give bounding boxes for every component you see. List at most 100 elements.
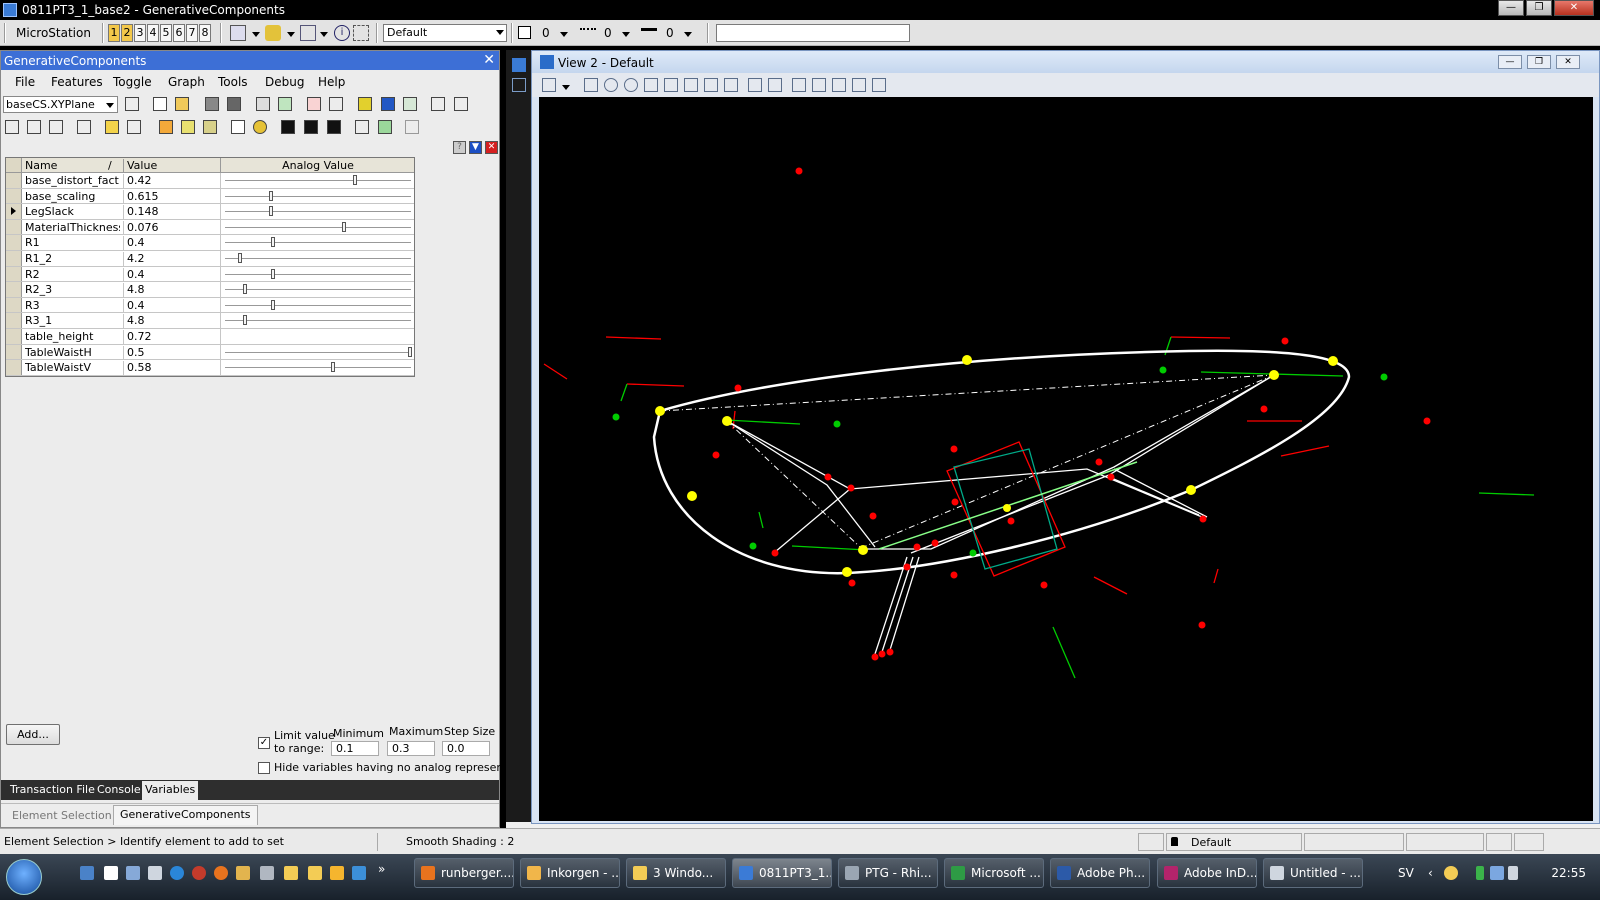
component-icon[interactable] <box>378 120 392 134</box>
battery-icon[interactable] <box>1476 866 1484 880</box>
dark-grid-icon[interactable] <box>281 120 295 134</box>
view-toggle-4[interactable]: 4 <box>147 24 159 42</box>
slider-thumb[interactable] <box>408 346 412 357</box>
clock[interactable]: 22:55 <box>1551 866 1586 880</box>
view-settings-icon[interactable] <box>872 78 886 92</box>
play-step-icon[interactable] <box>159 120 173 134</box>
new-file-icon[interactable] <box>153 97 167 111</box>
variable-row[interactable]: table_height 0.72 <box>6 328 414 345</box>
firefox-icon[interactable] <box>214 866 228 880</box>
taskbar-button[interactable]: runberger.... <box>414 858 514 888</box>
analog-slider[interactable] <box>220 344 415 360</box>
minimize-button[interactable]: — <box>1498 0 1524 16</box>
row-selector[interactable] <box>6 188 22 204</box>
menu-file[interactable]: File <box>15 75 35 89</box>
analog-slider[interactable] <box>220 297 415 313</box>
media-icon[interactable] <box>330 866 344 880</box>
open-folder-icon[interactable] <box>175 97 189 111</box>
view-group-icon[interactable] <box>512 78 526 92</box>
variable-value[interactable]: 4.2 <box>123 251 218 267</box>
view-toggle-5[interactable]: 5 <box>160 24 172 42</box>
variable-value[interactable]: 0.148 <box>123 205 218 220</box>
slider-thumb[interactable] <box>237 252 242 263</box>
taskbar-button[interactable]: Untitled - ... <box>1263 858 1363 888</box>
analog-slider[interactable] <box>220 219 415 235</box>
chevron-down-icon[interactable] <box>287 32 295 37</box>
row-selector[interactable] <box>6 282 22 297</box>
walk-icon[interactable] <box>724 78 738 92</box>
menu-tools[interactable]: Tools <box>218 75 248 89</box>
calc-icon[interactable] <box>148 866 162 880</box>
row-selector[interactable] <box>6 297 22 313</box>
save-as-icon[interactable] <box>227 97 241 111</box>
step-icon[interactable] <box>307 97 321 111</box>
clip-volume-icon[interactable] <box>792 78 806 92</box>
taskbar-button[interactable]: PTG - Rhi... <box>838 858 938 888</box>
slider-thumb[interactable] <box>342 221 347 232</box>
variable-value[interactable]: 0.72 <box>123 329 218 345</box>
zoom-in-icon[interactable] <box>604 78 618 92</box>
view-next-icon[interactable] <box>768 78 782 92</box>
play-all-icon[interactable] <box>105 120 119 134</box>
tab-console[interactable]: Console <box>94 783 144 796</box>
menu-help[interactable]: Help <box>318 75 345 89</box>
view-close-button[interactable]: ✕ <box>1556 55 1580 69</box>
analog-slider[interactable] <box>220 266 415 282</box>
folder-icon[interactable] <box>308 866 322 880</box>
chevron-down-icon[interactable] <box>252 32 260 37</box>
app-icon[interactable] <box>236 866 250 880</box>
start-button[interactable] <box>6 859 42 895</box>
slider-thumb[interactable] <box>268 206 273 217</box>
row-selector[interactable] <box>6 360 22 375</box>
taskbar-button[interactable]: Adobe Ph... <box>1050 858 1150 888</box>
analog-slider[interactable] <box>220 250 415 266</box>
tab-transaction-file[interactable]: Transaction File <box>7 783 98 796</box>
chevron-down-icon[interactable] <box>562 85 570 90</box>
ie-icon[interactable] <box>170 866 184 880</box>
tray-app-icon[interactable] <box>1444 866 1458 880</box>
folder-icon[interactable] <box>284 866 298 880</box>
maximize-button[interactable]: ❐ <box>1526 0 1552 16</box>
variable-value[interactable]: 0.076 <box>123 220 218 236</box>
weight-value[interactable]: 0 <box>666 26 674 40</box>
row-selector[interactable] <box>6 266 22 282</box>
line-style-icon[interactable] <box>580 28 596 40</box>
slider-thumb[interactable] <box>270 237 275 248</box>
display-style-icon[interactable] <box>832 78 846 92</box>
analog-slider[interactable] <box>220 173 415 188</box>
taskbar-button[interactable]: 0811PT3_1... <box>732 858 832 888</box>
plane-tool-icon[interactable] <box>381 97 395 111</box>
circle-tool-icon[interactable] <box>253 120 267 134</box>
variable-value[interactable]: 0.4 <box>123 298 218 314</box>
view-previous-icon[interactable] <box>748 78 762 92</box>
slider-thumb[interactable] <box>243 315 248 326</box>
key-in-field[interactable] <box>716 24 910 42</box>
column-header-value[interactable]: Value <box>123 159 218 173</box>
pattern-grid-icon[interactable] <box>327 120 341 134</box>
taskbar-button[interactable]: Inkorgen - ... <box>520 858 620 888</box>
analog-slider[interactable] <box>220 235 415 250</box>
app-icon[interactable] <box>260 866 274 880</box>
row-selector[interactable] <box>6 204 22 219</box>
limit-range-checkbox[interactable]: ✓ <box>258 737 270 749</box>
show-desktop-icon[interactable] <box>80 866 94 880</box>
layers-icon[interactable] <box>265 25 281 41</box>
add-variable-button[interactable]: Add... <box>6 724 60 745</box>
variable-row[interactable]: R1 0.4 <box>6 235 414 251</box>
variable-value[interactable]: 0.42 <box>123 174 218 189</box>
ungroup-icon[interactable] <box>454 97 468 111</box>
snap-icon[interactable] <box>1138 833 1164 851</box>
analog-slider[interactable] <box>220 282 415 297</box>
variable-value[interactable]: 4.8 <box>123 283 218 298</box>
fit-view-icon[interactable] <box>664 78 678 92</box>
step-size-input[interactable]: 0.0 <box>442 741 490 756</box>
chevron-down-icon[interactable] <box>622 32 630 37</box>
analog-slider[interactable] <box>220 188 415 204</box>
variable-value[interactable]: 0.58 <box>123 361 218 376</box>
minimum-input[interactable]: 0.1 <box>331 741 379 756</box>
lock-icon[interactable] <box>405 120 419 134</box>
taskbar-button[interactable]: Microsoft ... <box>944 858 1044 888</box>
variable-row[interactable]: base_scaling 0.615 <box>6 188 415 205</box>
cs-grid-icon[interactable] <box>125 97 139 111</box>
dots-grid-icon[interactable] <box>304 120 318 134</box>
